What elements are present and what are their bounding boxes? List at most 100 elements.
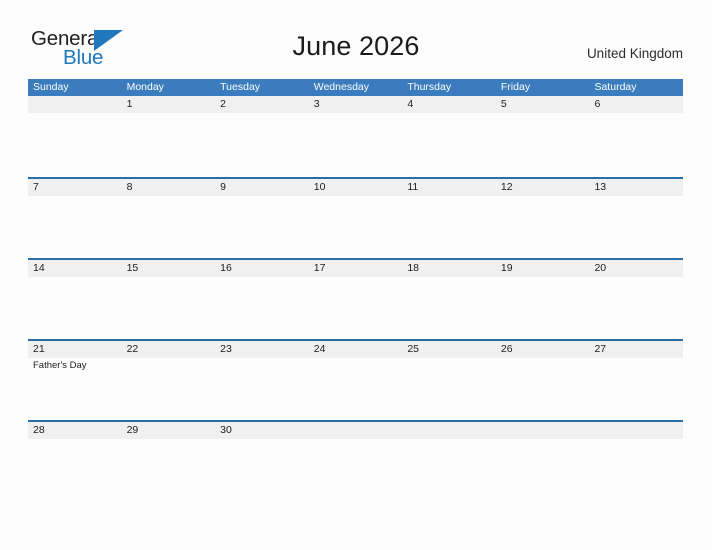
day-number: 9 bbox=[220, 181, 226, 193]
day-event-area bbox=[496, 277, 590, 341]
week-event-layer bbox=[28, 277, 683, 341]
day-event-area bbox=[402, 196, 496, 260]
day-event-area bbox=[496, 439, 590, 503]
day-cell[interactable]: 8 bbox=[122, 179, 216, 196]
day-number: 15 bbox=[126, 262, 139, 274]
day-cell[interactable]: 11 bbox=[402, 179, 496, 196]
week-event-layer bbox=[28, 196, 683, 260]
day-cell[interactable]: 1 bbox=[122, 96, 216, 113]
day-event-area bbox=[496, 113, 590, 177]
day-number: 12 bbox=[500, 181, 513, 193]
day-cell[interactable]: 5 bbox=[496, 96, 590, 113]
day-number: 18 bbox=[407, 262, 419, 274]
day-number: 22 bbox=[126, 343, 139, 355]
day-event-area bbox=[402, 113, 496, 177]
weekday-header-thursday: Thursday bbox=[407, 81, 452, 93]
day-number: 23 bbox=[220, 343, 232, 355]
day-number: 11 bbox=[407, 181, 419, 193]
day-cell[interactable]: 13 bbox=[589, 179, 683, 196]
day-cell[interactable]: 28 bbox=[28, 422, 122, 439]
day-event-area bbox=[28, 113, 122, 177]
day-cell[interactable]: 6 bbox=[589, 96, 683, 113]
day-cell[interactable]: 25 bbox=[402, 341, 496, 358]
day-cell[interactable]: 10 bbox=[309, 179, 403, 196]
day-event-area bbox=[28, 439, 122, 503]
calendar-week-row: 7 8 9 10 11 12 13 bbox=[28, 177, 683, 258]
day-cell[interactable]: 19 bbox=[496, 260, 590, 277]
day-event-area[interactable]: Father's Day bbox=[28, 358, 122, 422]
calendar-week-row: 14 15 16 17 18 19 20 bbox=[28, 258, 683, 339]
day-number: 4 bbox=[407, 98, 414, 110]
day-event-area bbox=[215, 439, 309, 503]
day-cell-empty bbox=[309, 422, 403, 439]
day-event-area bbox=[28, 277, 122, 341]
day-cell[interactable]: 17 bbox=[309, 260, 403, 277]
day-cell[interactable]: 30 bbox=[215, 422, 309, 439]
day-cell[interactable]: 21 bbox=[28, 341, 122, 358]
day-event-area bbox=[122, 196, 216, 260]
day-event-area bbox=[309, 113, 403, 177]
day-event-area bbox=[309, 277, 403, 341]
day-cell[interactable]: 15 bbox=[122, 260, 216, 277]
day-cell[interactable]: 14 bbox=[28, 260, 122, 277]
day-event-area bbox=[402, 277, 496, 341]
day-event-area bbox=[309, 196, 403, 260]
day-cell[interactable]: 22 bbox=[122, 341, 216, 358]
day-cell[interactable]: 18 bbox=[402, 260, 496, 277]
day-number: 17 bbox=[313, 262, 326, 274]
day-event-area bbox=[122, 358, 216, 422]
day-cell[interactable]: 4 bbox=[402, 96, 496, 113]
day-event-area bbox=[402, 439, 496, 503]
calendar-week-row: 1 2 3 4 5 6 bbox=[28, 96, 683, 177]
day-cell-empty bbox=[589, 422, 683, 439]
country-label: United Kingdom bbox=[586, 46, 683, 61]
day-cell[interactable]: 27 bbox=[589, 341, 683, 358]
day-cell[interactable]: 26 bbox=[496, 341, 590, 358]
day-event-area bbox=[215, 113, 309, 177]
day-cell[interactable]: 23 bbox=[215, 341, 309, 358]
weekday-header-sunday: Sunday bbox=[33, 81, 69, 93]
day-event-area bbox=[402, 358, 496, 422]
weekday-header-monday: Monday bbox=[126, 81, 164, 93]
day-cell[interactable]: 29 bbox=[122, 422, 216, 439]
day-number: 24 bbox=[313, 343, 326, 355]
holiday-label: Father's Day bbox=[33, 360, 87, 371]
week-date-band: 21 22 23 24 25 26 27 bbox=[28, 341, 683, 358]
day-number: 14 bbox=[33, 262, 45, 274]
day-cell[interactable]: 2 bbox=[215, 96, 309, 113]
weekday-header-row: Sunday Monday Tuesday Wednesday Thursday Frid… bbox=[28, 79, 683, 96]
day-event-area bbox=[496, 196, 590, 260]
day-cell[interactable]: 16 bbox=[215, 260, 309, 277]
week-date-band: 7 8 9 10 11 12 13 bbox=[28, 179, 683, 196]
day-number: 8 bbox=[126, 181, 133, 193]
week-event-layer: Father's Day bbox=[28, 358, 683, 422]
day-cell[interactable]: 7 bbox=[28, 179, 122, 196]
day-event-area bbox=[122, 277, 216, 341]
day-cell[interactable]: 9 bbox=[215, 179, 309, 196]
weekday-header-friday: Friday bbox=[500, 81, 531, 93]
day-number: 3 bbox=[313, 98, 320, 110]
day-number: 19 bbox=[500, 262, 513, 274]
day-cell[interactable]: 20 bbox=[589, 260, 683, 277]
day-cell-empty bbox=[28, 96, 122, 113]
day-number: 26 bbox=[500, 343, 513, 355]
day-number: 27 bbox=[594, 343, 607, 355]
day-event-area bbox=[589, 196, 683, 260]
calendar-page: General Blue June 2026 United Kingdom Su… bbox=[0, 0, 712, 550]
week-date-band: 28 29 30 bbox=[28, 422, 683, 439]
day-event-area bbox=[28, 196, 122, 260]
day-event-area bbox=[215, 196, 309, 260]
day-cell[interactable]: 12 bbox=[496, 179, 590, 196]
day-number: 28 bbox=[33, 424, 45, 436]
day-event-area bbox=[215, 277, 309, 341]
week-date-band: 14 15 16 17 18 19 20 bbox=[28, 260, 683, 277]
day-event-area bbox=[309, 439, 403, 503]
day-cell-empty bbox=[402, 422, 496, 439]
weekday-header-tuesday: Tuesday bbox=[220, 81, 261, 93]
day-cell[interactable]: 3 bbox=[309, 96, 403, 113]
day-cell[interactable]: 24 bbox=[309, 341, 403, 358]
day-number: 2 bbox=[220, 98, 226, 110]
day-event-area bbox=[589, 113, 683, 177]
day-number: 7 bbox=[33, 181, 39, 193]
week-date-band: 1 2 3 4 5 6 bbox=[28, 96, 683, 113]
